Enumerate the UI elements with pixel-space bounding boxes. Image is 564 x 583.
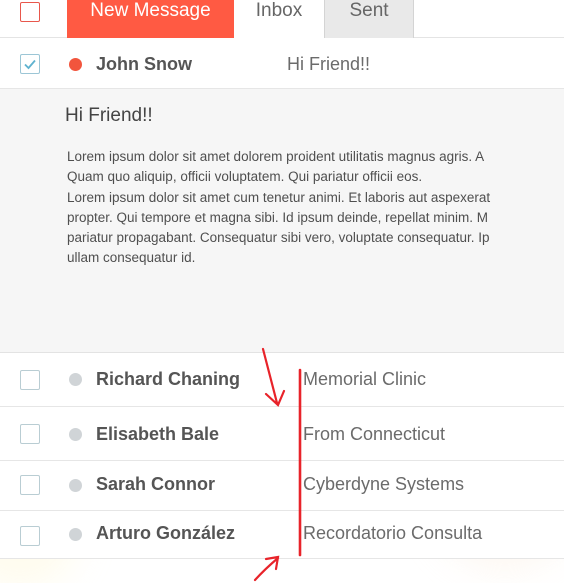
- message-checkbox[interactable]: [20, 526, 40, 546]
- sender-name: John Snow: [96, 54, 192, 74]
- tab-sent[interactable]: Sent: [324, 0, 414, 38]
- message-checkbox[interactable]: [20, 424, 40, 444]
- read-indicator: [69, 479, 82, 492]
- message-preview: Hi Friend!! Lorem ipsum dolor sit amet d…: [0, 89, 564, 353]
- message-checkbox[interactable]: [20, 475, 40, 495]
- read-indicator: [69, 373, 82, 386]
- mail-toolbar: New Message Inbox Sent: [0, 0, 564, 38]
- new-message-button[interactable]: New Message: [67, 0, 234, 38]
- tab-inbox[interactable]: Inbox: [234, 0, 324, 38]
- message-row[interactable]: Sarah Connor Cyberdyne Systems: [0, 461, 564, 511]
- tab-inbox-label: Inbox: [255, 0, 303, 21]
- select-all-checkbox[interactable]: [20, 2, 40, 22]
- message-row[interactable]: Richard Chaning Memorial Clinic: [0, 353, 564, 407]
- sender-name: Sarah Connor: [96, 474, 216, 494]
- message-title: Hi Friend!!: [65, 105, 153, 126]
- read-indicator: [69, 428, 82, 441]
- message-subject: Recordatorio Consulta: [303, 523, 483, 543]
- message-body-line: Lorem ipsum dolor sit amet cum tenetur a…: [67, 189, 491, 205]
- message-body-line: pariatur propagabant. Consequatur sibi v…: [67, 230, 490, 246]
- new-message-label: New Message: [90, 0, 211, 21]
- message-subject: Cyberdyne Systems: [303, 474, 465, 494]
- message-subject: From Connecticut: [303, 424, 446, 444]
- message-row-open[interactable]: John Snow Hi Friend!!: [0, 39, 564, 89]
- read-indicator: [69, 528, 82, 541]
- message-subject: Hi Friend!!: [287, 54, 371, 74]
- message-body: Lorem ipsum dolor sit amet dolorem proid…: [67, 147, 564, 269]
- tab-sent-label: Sent: [349, 0, 389, 21]
- sender-name: Richard Chaning: [96, 369, 241, 389]
- message-checkbox[interactable]: [20, 54, 40, 74]
- sender-name: Arturo González: [96, 523, 236, 543]
- message-checkbox[interactable]: [20, 370, 40, 390]
- annotation-arrow-up: [253, 555, 280, 582]
- check-icon: [24, 59, 36, 70]
- message-body-line: Quam quo aliquip, officii voluptatem. Qu…: [67, 169, 423, 185]
- message-body-line: ullam consequatur id.: [67, 250, 196, 266]
- message-row[interactable]: Arturo González Recordatorio Consulta: [0, 511, 564, 559]
- message-subject: Memorial Clinic: [303, 369, 427, 389]
- message-body-line: propter. Qui tempore et magna sibi. Id i…: [67, 209, 488, 225]
- message-body-line: Lorem ipsum dolor sit amet dolorem proid…: [67, 149, 485, 164]
- sender-name: Elisabeth Bale: [96, 424, 220, 444]
- message-row[interactable]: Elisabeth Bale From Connecticut: [0, 407, 564, 461]
- unread-indicator: [69, 58, 82, 71]
